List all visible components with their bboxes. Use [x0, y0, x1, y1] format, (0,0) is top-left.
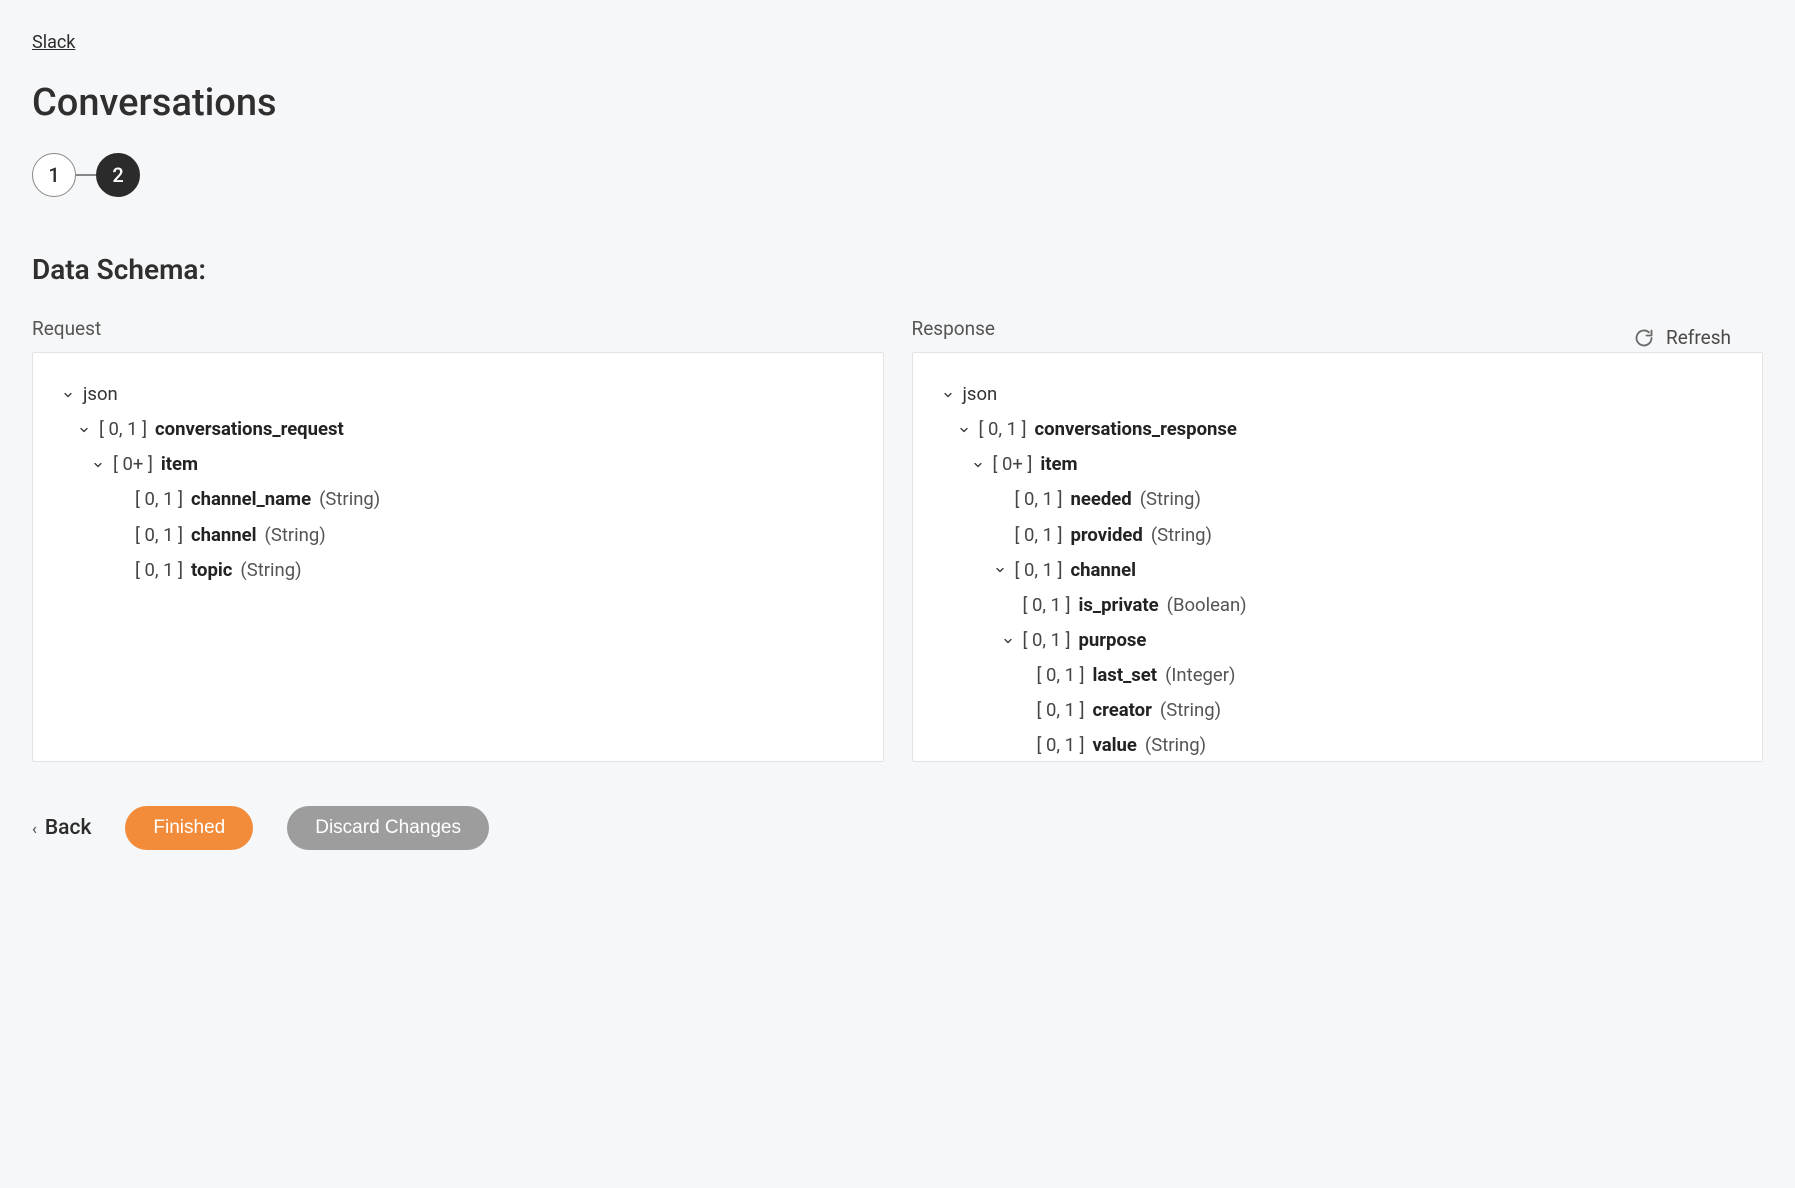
tree-row[interactable]: [ 0+ ] item [61, 447, 863, 482]
back-label: Back [45, 816, 92, 840]
tree-node-label: json [83, 377, 118, 412]
field-type: (String) [265, 518, 326, 553]
stepper: 1 2 [32, 153, 1763, 197]
chevron-down-icon[interactable] [941, 388, 955, 402]
tree-row[interactable]: [ 0, 1 ] channel_name (String) [61, 482, 863, 517]
tree-row[interactable]: [ 0, 1 ] conversations_response [941, 412, 1743, 447]
cardinality: [ 0, 1 ] [1015, 518, 1063, 553]
cardinality: [ 0, 1 ] [1037, 658, 1085, 693]
cardinality: [ 0, 1 ] [135, 518, 183, 553]
tree-row[interactable]: [ 0, 1 ] conversations_request [61, 412, 863, 447]
cardinality: [ 0, 1 ] [1023, 588, 1071, 623]
response-panel-label: Response [912, 317, 1764, 340]
field-type: (Integer) [1165, 658, 1235, 693]
tree-row[interactable]: [ 0, 1 ] channel (String) [61, 518, 863, 553]
tree-row[interactable]: [ 0, 1 ] provided (String) [941, 518, 1743, 553]
tree-row[interactable]: [ 0+ ] item [941, 447, 1743, 482]
field-type: (String) [1140, 482, 1201, 517]
chevron-left-icon: ‹ [32, 819, 37, 838]
request-panel[interactable]: json[ 0, 1 ] conversations_request[ 0+ ]… [32, 352, 884, 762]
chevron-down-icon[interactable] [91, 458, 105, 472]
cardinality: [ 0+ ] [113, 447, 153, 482]
cardinality: [ 0, 1 ] [1023, 623, 1071, 658]
cardinality: [ 0, 1 ] [135, 553, 183, 588]
chevron-down-icon[interactable] [993, 563, 1007, 577]
chevron-down-icon[interactable] [957, 423, 971, 437]
page-title: Conversations [32, 81, 1763, 125]
cardinality: [ 0+ ] [993, 447, 1033, 482]
field-name: channel [191, 518, 257, 553]
cardinality: [ 0, 1 ] [979, 412, 1027, 447]
cardinality: [ 0, 1 ] [1015, 553, 1063, 588]
cardinality: [ 0, 1 ] [135, 482, 183, 517]
field-name: item [1040, 447, 1077, 482]
field-type: (String) [240, 553, 301, 588]
field-name: is_private [1079, 588, 1159, 623]
field-name: topic [191, 553, 232, 588]
tree-row[interactable]: json [61, 377, 863, 412]
field-type: (String) [1151, 518, 1212, 553]
field-name: channel_name [191, 482, 311, 517]
chevron-down-icon[interactable] [971, 458, 985, 472]
tree-row[interactable]: [ 0, 1 ] purpose [941, 623, 1743, 658]
tree-row[interactable]: json [941, 377, 1743, 412]
field-type: (String) [319, 482, 380, 517]
tree-row[interactable]: [ 0, 1 ] topic (String) [61, 553, 863, 588]
step-2[interactable]: 2 [96, 153, 140, 197]
field-name: purpose [1079, 623, 1147, 658]
step-1[interactable]: 1 [32, 153, 76, 197]
request-panel-label: Request [32, 317, 884, 340]
section-title: Data Schema: [32, 253, 1763, 286]
chevron-down-icon[interactable] [61, 388, 75, 402]
field-type: (String) [1160, 693, 1221, 728]
field-name: last_set [1093, 658, 1158, 693]
chevron-down-icon[interactable] [77, 423, 91, 437]
field-name: channel [1071, 553, 1137, 588]
field-name: provided [1071, 518, 1143, 553]
tree-row[interactable]: [ 0, 1 ] needed (String) [941, 482, 1743, 517]
discard-button[interactable]: Discard Changes [287, 806, 489, 850]
field-type: (Boolean) [1167, 588, 1247, 623]
field-name: conversations_response [1035, 412, 1237, 447]
cardinality: [ 0, 1 ] [99, 412, 147, 447]
tree-row[interactable]: [ 0, 1 ] channel [941, 553, 1743, 588]
cardinality: [ 0, 1 ] [1037, 728, 1085, 762]
chevron-down-icon[interactable] [1001, 634, 1015, 648]
tree-row[interactable]: [ 0, 1 ] creator (String) [941, 693, 1743, 728]
breadcrumb-link[interactable]: Slack [32, 32, 75, 53]
field-name: conversations_request [155, 412, 344, 447]
cardinality: [ 0, 1 ] [1015, 482, 1063, 517]
tree-row[interactable]: [ 0, 1 ] last_set (Integer) [941, 658, 1743, 693]
step-connector [76, 174, 96, 176]
tree-row[interactable]: [ 0, 1 ] value (String) [941, 728, 1743, 762]
back-button[interactable]: ‹ Back [32, 816, 91, 840]
tree-row[interactable]: [ 0, 1 ] is_private (Boolean) [941, 588, 1743, 623]
cardinality: [ 0, 1 ] [1037, 693, 1085, 728]
field-name: creator [1093, 693, 1152, 728]
finished-button[interactable]: Finished [125, 806, 253, 850]
field-name: value [1093, 728, 1137, 762]
field-type: (String) [1145, 728, 1206, 762]
field-name: item [161, 447, 198, 482]
field-name: needed [1071, 482, 1132, 517]
tree-node-label: json [963, 377, 998, 412]
response-panel[interactable]: json[ 0, 1 ] conversations_response[ 0+ … [912, 352, 1764, 762]
